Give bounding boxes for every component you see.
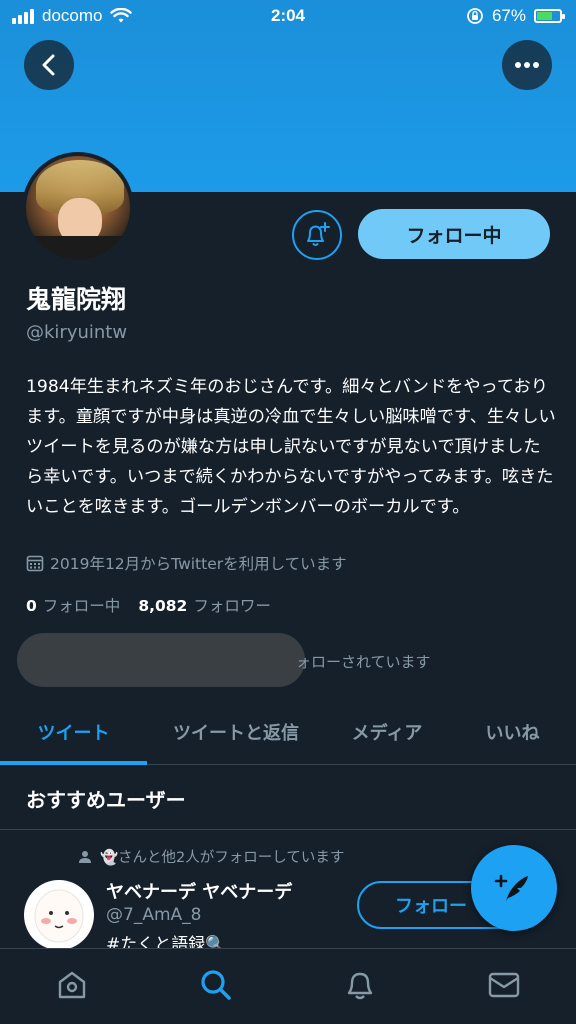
joined-date: 2019年12月からTwitterを利用しています: [26, 552, 347, 574]
status-bar: docomo 2:04 67%: [0, 0, 576, 34]
joined-label: 2019年12月からTwitterを利用しています: [50, 555, 347, 573]
recommended-users-title: おすすめユーザー: [26, 788, 186, 812]
following-button[interactable]: フォロー中: [358, 209, 550, 259]
nav-home[interactable]: [52, 965, 92, 1005]
avatar-illustration: [34, 889, 84, 943]
calendar-icon: [26, 555, 44, 572]
tab-tweets-and-replies[interactable]: ツイートと返信: [147, 700, 325, 764]
battery-percent: 67%: [491, 6, 526, 25]
person-icon: [79, 850, 91, 863]
follow-stats: 0 フォロー中 8,082 フォロワー: [26, 594, 271, 616]
bottom-navigation: [0, 948, 576, 1024]
recommended-user-avatar[interactable]: [24, 880, 94, 950]
active-tab-indicator: [0, 761, 147, 765]
compose-tweet-icon: [494, 874, 528, 901]
tab-media[interactable]: メディア: [325, 700, 449, 764]
tab-likes[interactable]: いいね: [449, 700, 576, 764]
search-icon: [201, 970, 231, 1000]
messages-icon: [488, 972, 520, 998]
back-button[interactable]: [24, 40, 74, 90]
more-options-button[interactable]: [502, 40, 552, 90]
profile-bio: 1984年生まれネズミ年のおじさんです。細々とバンドをやっております。童顔ですが…: [26, 377, 556, 517]
section-divider: [0, 829, 576, 830]
bell-plus-icon: [307, 222, 330, 246]
profile-tabs: ツイート ツイートと返信 メディア いいね: [0, 700, 576, 765]
profile-avatar[interactable]: [22, 152, 134, 264]
followed-by-text[interactable]: ォローされています: [296, 651, 456, 672]
redacted-followers-avatars: [17, 633, 305, 687]
home-icon: [58, 971, 86, 999]
notifications-icon: [347, 972, 373, 1000]
social-context: 👻さんと他2人がフォローしています: [78, 846, 344, 867]
user-handle: @kiryuintw: [26, 322, 128, 343]
followers-stat[interactable]: 8,082 フォロワー: [138, 594, 271, 616]
recommended-user-handle: @7_AmA_8: [106, 905, 202, 925]
nav-search[interactable]: [196, 965, 236, 1005]
compose-tweet-button[interactable]: [471, 845, 557, 931]
display-name: 鬼龍院翔: [26, 285, 127, 314]
social-context-text: 👻さんと他2人がフォローしています: [100, 850, 345, 866]
nav-notifications[interactable]: [340, 965, 380, 1005]
orientation-lock-icon: [467, 8, 483, 24]
nav-messages[interactable]: [484, 965, 524, 1005]
recommended-user-name[interactable]: ヤベナーデ ヤベナーデ: [106, 878, 292, 904]
following-stat[interactable]: 0 フォロー中: [26, 594, 120, 616]
battery-icon: [534, 9, 565, 23]
chevron-left-icon: [42, 54, 55, 76]
more-icon: [515, 62, 539, 68]
tab-tweets[interactable]: ツイート: [0, 700, 147, 764]
notifications-toggle-button[interactable]: [292, 210, 342, 260]
